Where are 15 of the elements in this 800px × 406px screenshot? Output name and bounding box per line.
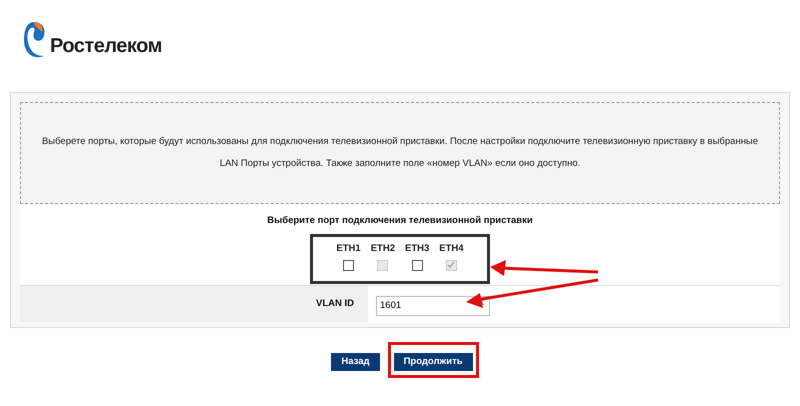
logo-text: Ростелеком — [50, 34, 162, 59]
vlan-label: VLAN ID — [316, 296, 354, 311]
info-text: Выберете порты, которые будут использованы для подключения телевизионной приставки. После настройки подключите телевизионную приставку в выбранные — [42, 136, 758, 148]
ports-title: Выберите порт подключения телевизионной приставки — [267, 214, 533, 228]
info-text: LAN Порты устройства. Также заполните поле «номер VLAN» если оно доступно. — [220, 158, 580, 170]
logo-icon — [22, 20, 46, 60]
vlan-field[interactable]: 1601 — [376, 296, 490, 316]
port-label: ETH1 — [336, 242, 361, 256]
nav-button[interactable]: Продолжить — [394, 353, 473, 372]
nav-button[interactable]: Назад — [331, 353, 380, 372]
port-label: ETH2 — [370, 242, 395, 256]
port-checkbox[interactable] — [343, 260, 354, 270]
port-checkbox[interactable] — [412, 260, 423, 270]
port-label: ETH3 — [405, 242, 430, 256]
port-label: ETH4 — [439, 242, 464, 256]
